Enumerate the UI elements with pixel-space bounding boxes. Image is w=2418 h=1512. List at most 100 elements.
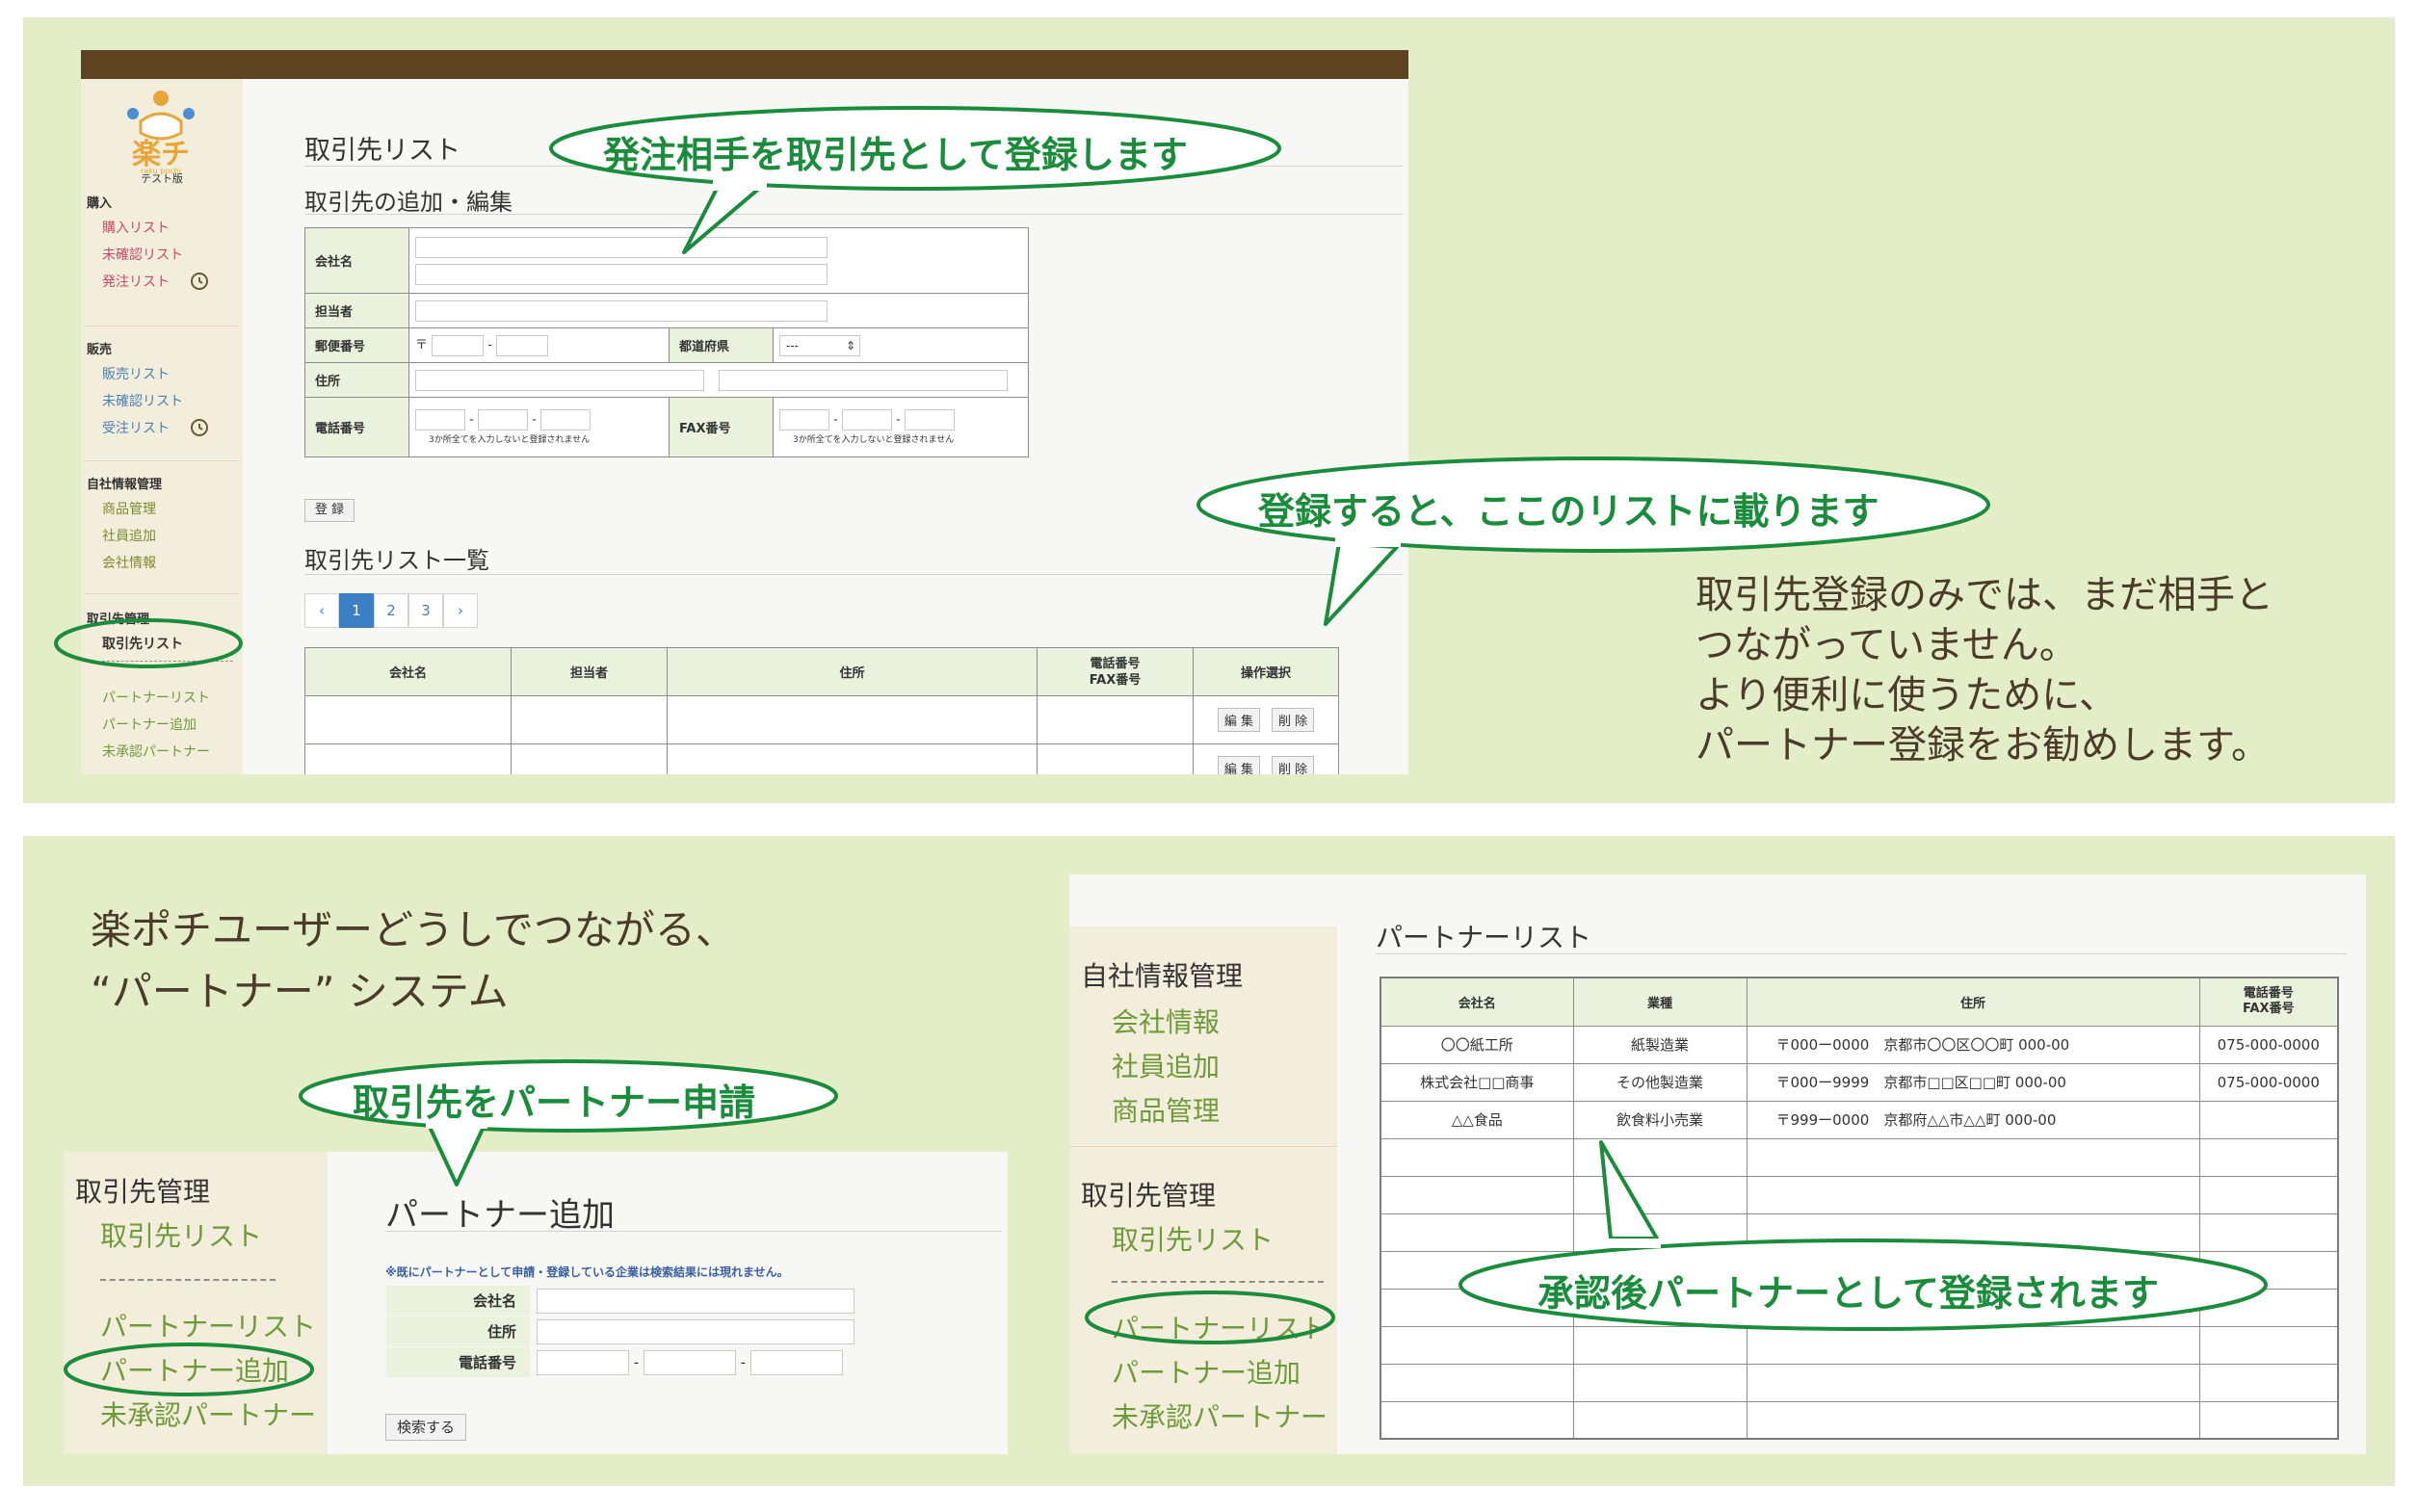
zip-input-1[interactable] xyxy=(432,334,485,356)
sidebar-item-company-info[interactable]: 会社情報 xyxy=(1112,1002,1220,1040)
sidebar-item-partner-add[interactable]: パートナー追加 xyxy=(1112,1352,1301,1391)
col-phone-fax: 電話番号 FAX番号 xyxy=(1037,647,1194,696)
col-company: 会社名 xyxy=(1380,977,1574,1027)
table-row[interactable]: 株式会社□□商事 その他製造業 〒000ー9999 京都市□□区□□町 000-… xyxy=(1380,1062,2339,1102)
callout-appears-in-list-text: 登録すると、ここのリストに載ります xyxy=(1258,490,1879,533)
company-label: 会社名 xyxy=(385,1285,531,1316)
table-row xyxy=(1380,1363,2339,1402)
form-section-title: 取引先の追加・編集 xyxy=(304,189,513,216)
sidebar-item-partner-add[interactable]: パートナー追加 xyxy=(102,715,197,734)
alarm-icon xyxy=(189,270,210,295)
highlight-client-list xyxy=(54,618,243,668)
address-input-1[interactable] xyxy=(415,369,704,391)
table-row[interactable]: △△食品 飲食料小売業 〒999ー0000 京都府△△市△△町 000-00 xyxy=(1380,1100,2339,1139)
cell-industry: その他製造業 xyxy=(1572,1062,1748,1102)
zip-label: 郵便番号 xyxy=(304,327,409,363)
sidebar-item-sales-list[interactable]: 販売リスト xyxy=(102,364,170,383)
description-text: 取引先登録のみでは、まだ相手と つながっていません。 より便利に使うために、 パ… xyxy=(1695,570,2273,770)
phone-input-3[interactable] xyxy=(749,1349,843,1375)
page-title: パートナーリスト xyxy=(1376,922,1592,953)
company-name-input-2[interactable] xyxy=(415,263,828,285)
pagination-page-2[interactable]: 2 xyxy=(374,593,408,628)
sidebar-item-unconfirmed-list[interactable]: 未確認リスト xyxy=(102,245,183,264)
sidebar-item-product-management[interactable]: 商品管理 xyxy=(1112,1090,1220,1129)
sidebar-dashed-divider xyxy=(100,1279,276,1281)
rakupochi-logo[interactable]: 楽チ raku pochi xyxy=(119,85,202,179)
sidebar-heading-client-management: 取引先管理 xyxy=(75,1176,211,1208)
sidebar-item-order-list[interactable]: 発注リスト xyxy=(102,272,170,291)
col-phone-fax: 電話番号 FAX番号 xyxy=(2198,977,2339,1027)
sidebar-heading-company-info: 自社情報管理 xyxy=(87,478,163,492)
sidebar-item-product-management[interactable]: 商品管理 xyxy=(102,499,156,518)
phone-input-2[interactable] xyxy=(477,409,528,430)
partner-add-screen: 取引先管理 取引先リスト パートナーリスト パートナー追加 未承認パートナー パ… xyxy=(64,1152,1008,1454)
callout-apply-partner-text: 取引先をパートナー申請 xyxy=(353,1082,756,1124)
cell-phone: 075-000-0000 xyxy=(2198,1025,2339,1064)
prefecture-select[interactable]: --- ⇕ xyxy=(779,334,860,356)
cell-address-text: 京都市□□区□□町 000-00 xyxy=(1883,1074,2066,1091)
description-line: つながっていません。 xyxy=(1695,623,2078,667)
sidebar-item-client-list[interactable]: 取引先リスト xyxy=(1112,1219,1274,1258)
zip-prefix: 〒 xyxy=(415,338,429,353)
search-button[interactable]: 検索する xyxy=(385,1414,466,1441)
sidebar-item-unapproved-partner[interactable]: 未承認パートナー xyxy=(102,742,210,761)
table-row[interactable]: 〇〇紙工所 紙製造業 〒000ー0000 京都市〇〇区〇〇町 000-00 07… xyxy=(1380,1025,2339,1064)
fax-input-2[interactable] xyxy=(841,409,892,430)
person-label: 担当者 xyxy=(304,293,409,328)
company-label: 会社名 xyxy=(304,227,409,294)
sidebar-item-company-info[interactable]: 会社情報 xyxy=(102,553,156,572)
sidebar-item-partner-list[interactable]: パートナーリスト xyxy=(102,688,210,707)
phone-label: 電話番号 xyxy=(304,397,409,457)
sidebar-item-purchase-list[interactable]: 購入リスト xyxy=(102,218,170,237)
fax-input-3[interactable] xyxy=(904,409,955,430)
phone-input-3[interactable] xyxy=(539,409,591,430)
sidebar-divider xyxy=(85,460,239,461)
address-input-2[interactable] xyxy=(718,369,1008,391)
sidebar-item-add-employee[interactable]: 社員追加 xyxy=(102,526,156,545)
register-button[interactable]: 登 録 xyxy=(304,499,355,522)
sidebar-item-unapproved-partner[interactable]: 未承認パートナー xyxy=(1112,1396,1327,1435)
phone-dash: - xyxy=(633,1353,640,1370)
sidebar-item-partner-list[interactable]: パートナーリスト xyxy=(100,1306,316,1344)
sidebar-item-unconfirmed-sales[interactable]: 未確認リスト xyxy=(102,391,183,410)
sidebar-heading-company-info: 自社情報管理 xyxy=(1081,960,1244,992)
pagination-page-1[interactable]: 1 xyxy=(339,593,374,628)
company-input[interactable] xyxy=(537,1288,854,1314)
delete-button[interactable]: 削 除 xyxy=(1272,756,1315,774)
phone-input-1[interactable] xyxy=(537,1349,629,1375)
fax-dash: - xyxy=(833,412,838,428)
intro-line: “パートナー” システム xyxy=(91,968,509,1015)
pagination-page-3[interactable]: 3 xyxy=(408,593,443,628)
select-arrows-icon: ⇕ xyxy=(845,338,855,352)
sidebar-item-client-list[interactable]: 取引先リスト xyxy=(100,1215,262,1254)
col-address: 住所 xyxy=(667,647,1038,696)
zip-input-2[interactable] xyxy=(496,334,549,356)
fax-input-1[interactable] xyxy=(779,409,829,430)
phone-note: 3か所全てを入力しないと登録されません xyxy=(429,435,591,445)
intro-line: 楽ポチユーザーどうしでつながる、 xyxy=(91,906,736,953)
phone-input-1[interactable] xyxy=(415,409,465,430)
prefecture-value: --- xyxy=(786,338,799,352)
sidebar-divider xyxy=(85,593,239,594)
address-input[interactable] xyxy=(537,1318,854,1344)
phone-dash: - xyxy=(532,412,537,428)
phone-dash: - xyxy=(740,1353,747,1370)
pagination-next[interactable]: › xyxy=(443,593,478,628)
phone-input-2[interactable] xyxy=(643,1349,736,1375)
cell-zip: 〒999ー0000 xyxy=(1775,1111,1870,1129)
sidebar-item-received-orders[interactable]: 受注リスト xyxy=(102,418,170,437)
person-input[interactable] xyxy=(415,300,828,322)
cell-industry: 紙製造業 xyxy=(1572,1025,1748,1064)
sidebar-heading-client-management: 取引先管理 xyxy=(1081,1180,1217,1212)
sidebar-item-add-employee[interactable]: 社員追加 xyxy=(1112,1046,1220,1084)
list-section-title: 取引先リスト一覧 xyxy=(304,547,489,574)
pagination-prev[interactable]: ‹ xyxy=(304,593,339,628)
zip-dash: - xyxy=(487,338,492,353)
cell-company: 〇〇紙工所 xyxy=(1380,1025,1574,1064)
delete-button[interactable]: 削 除 xyxy=(1272,708,1315,732)
edit-button[interactable]: 編 集 xyxy=(1217,756,1260,774)
edit-button[interactable]: 編 集 xyxy=(1217,708,1260,732)
partner-search-form: 会社名 住所 電話番号 - - xyxy=(385,1285,855,1378)
cell-company: 株式会社□□商事 xyxy=(1380,1062,1574,1102)
search-note: ※既にパートナーとして申請・登録している企業は検索結果には現れません。 xyxy=(385,1265,789,1279)
